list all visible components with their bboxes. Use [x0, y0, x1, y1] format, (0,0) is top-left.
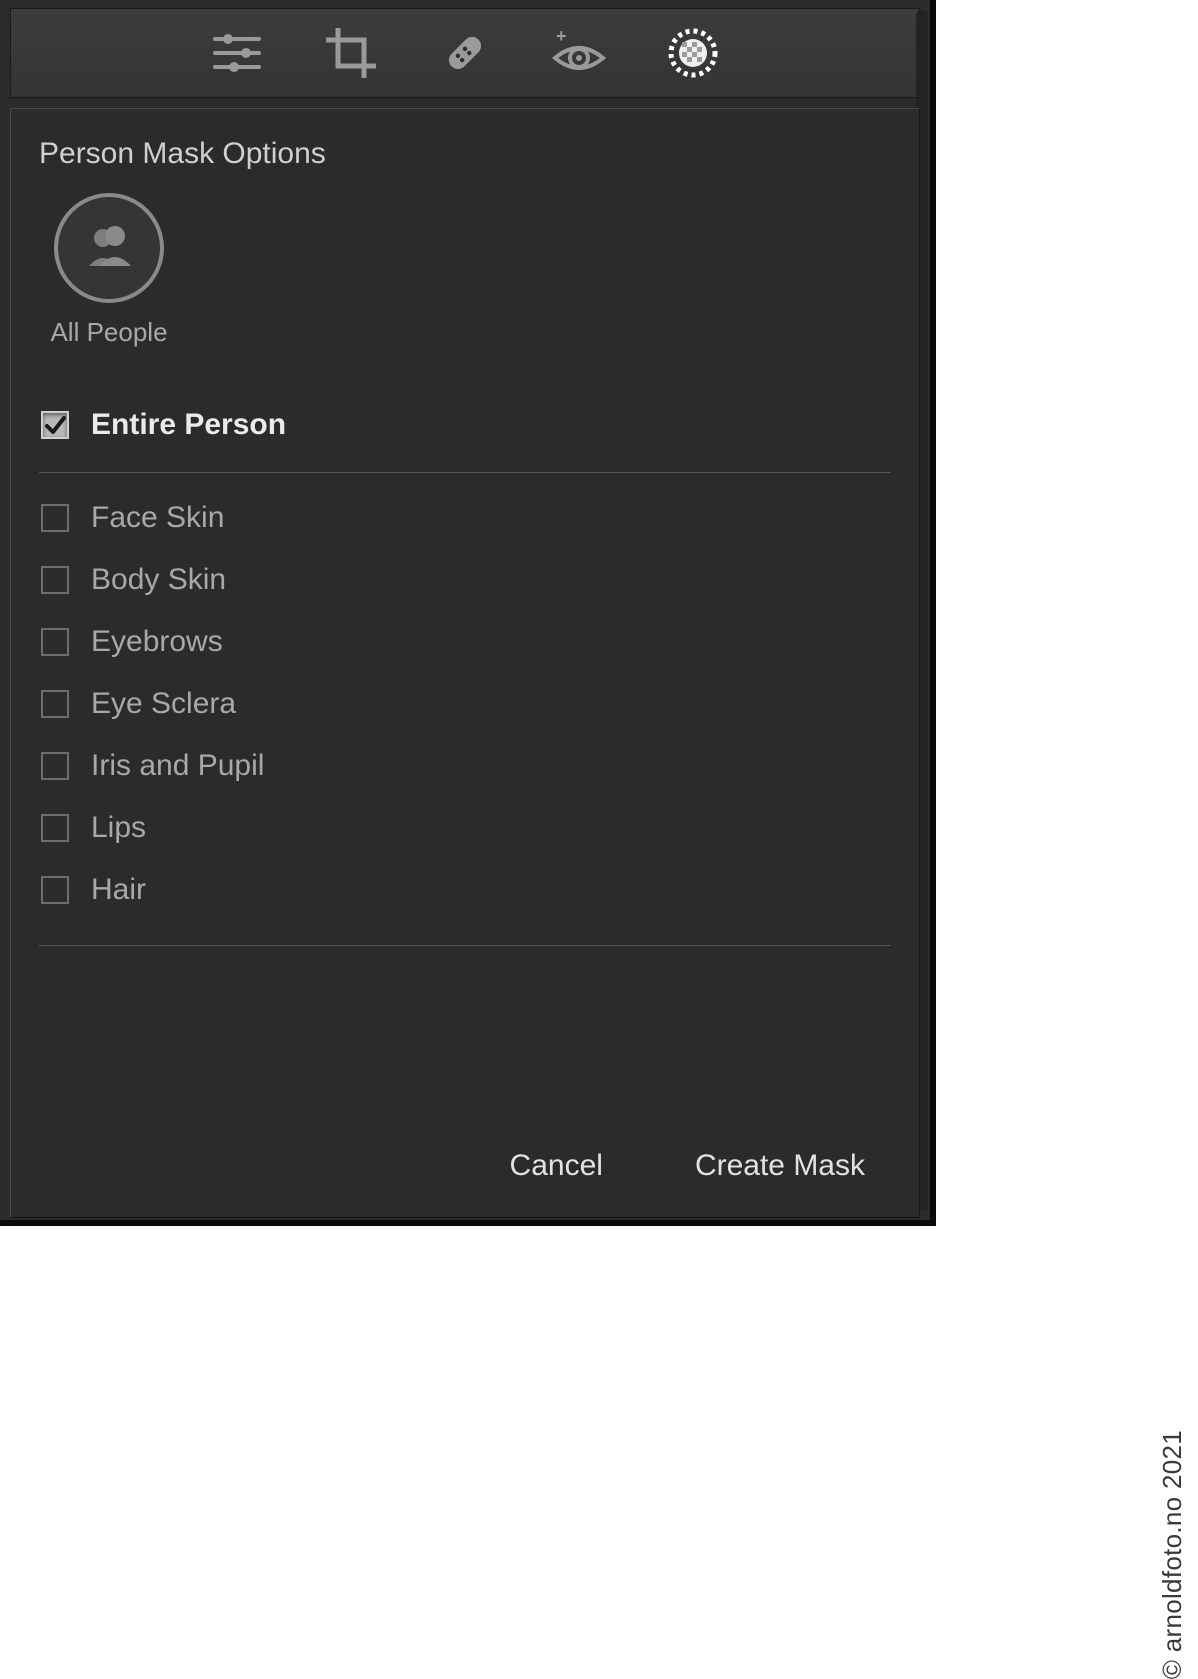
option-eye-sclera[interactable]: Eye Sclera: [39, 673, 891, 735]
checkbox-body-skin[interactable]: [41, 566, 69, 594]
option-label: Face Skin: [91, 501, 224, 535]
option-eyebrows[interactable]: Eyebrows: [39, 611, 891, 673]
cancel-button[interactable]: Cancel: [486, 1139, 627, 1193]
red-eye-tool-button[interactable]: +: [552, 26, 606, 80]
masking-icon: [667, 27, 719, 79]
edit-icon: [212, 30, 262, 76]
option-label: Lips: [91, 811, 146, 845]
option-label: Iris and Pupil: [91, 749, 264, 783]
option-entire-person[interactable]: Entire Person: [39, 388, 891, 464]
checkbox-hair[interactable]: [41, 876, 69, 904]
checkbox-iris-pupil[interactable]: [41, 752, 69, 780]
checkbox-face-skin[interactable]: [41, 504, 69, 532]
svg-text:+: +: [556, 28, 567, 46]
option-iris-pupil[interactable]: Iris and Pupil: [39, 735, 891, 797]
healing-icon: [438, 26, 492, 80]
avatar: [54, 193, 164, 303]
checkbox-lips[interactable]: [41, 814, 69, 842]
option-label: Eyebrows: [91, 625, 223, 659]
option-lips[interactable]: Lips: [39, 797, 891, 859]
toolstrip: +: [10, 8, 920, 98]
red-eye-icon: +: [551, 28, 607, 78]
panel-title: Person Mask Options: [39, 137, 891, 171]
divider: [39, 472, 891, 473]
person-mask-panel: Person Mask Options: [10, 108, 920, 1218]
edit-tool-button[interactable]: [210, 26, 264, 80]
people-icon: [79, 216, 139, 281]
healing-tool-button[interactable]: [438, 26, 492, 80]
checkbox-eyebrows[interactable]: [41, 628, 69, 656]
option-label: Hair: [91, 873, 146, 907]
option-face-skin[interactable]: Face Skin: [39, 487, 891, 549]
divider: [39, 945, 891, 946]
option-label: Entire Person: [91, 408, 286, 442]
people-item-label: All People: [50, 317, 167, 348]
create-mask-button[interactable]: Create Mask: [671, 1139, 889, 1193]
people-item-all[interactable]: All People: [39, 193, 179, 348]
crop-icon: [326, 28, 376, 78]
app-frame: +: [0, 0, 936, 1226]
checkbox-entire-person[interactable]: [41, 411, 69, 439]
option-body-skin[interactable]: Body Skin: [39, 549, 891, 611]
crop-tool-button[interactable]: [324, 26, 378, 80]
option-label: Body Skin: [91, 563, 226, 597]
checkbox-eye-sclera[interactable]: [41, 690, 69, 718]
masking-tool-button[interactable]: [666, 26, 720, 80]
watermark-text: © arnoldfoto.no 2021: [1157, 1430, 1188, 1679]
button-row: Cancel Create Mask: [486, 1139, 889, 1193]
people-list: All People: [39, 193, 891, 348]
option-hair[interactable]: Hair: [39, 859, 891, 921]
option-label: Eye Sclera: [91, 687, 236, 721]
